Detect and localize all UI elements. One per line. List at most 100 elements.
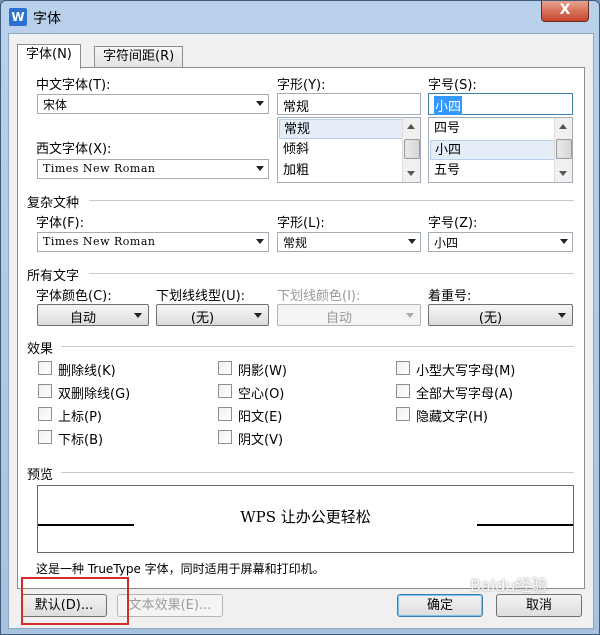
checkbox-label: 隐藏文字(H): [416, 410, 488, 425]
scroll-down-icon[interactable]: [559, 171, 567, 176]
checkbox-label: 阴文(V): [238, 433, 284, 448]
watermark-text: Baidu经验: [470, 576, 548, 595]
checkbox-box[interactable]: [218, 384, 232, 398]
western-font-value: Times New Roman: [43, 162, 156, 175]
tab-font[interactable]: 字体(N): [17, 44, 81, 69]
checkbox-label: 空心(O): [238, 387, 285, 402]
checkbox-label: 下标(B): [58, 433, 104, 448]
title-bar[interactable]: W 字体 X: [1, 1, 599, 33]
checkbox-label: 双删除线(G): [58, 387, 131, 402]
size-input[interactable]: 小四: [428, 93, 573, 115]
underline-style-dropdown[interactable]: (无): [156, 304, 269, 326]
checkbox-label: 上标(P): [58, 410, 102, 425]
size-option[interactable]: 小四: [430, 140, 555, 160]
tab-character-spacing[interactable]: 字符间距(R): [94, 46, 184, 67]
highlight-annotation: [21, 577, 129, 625]
checkbox-label: 删除线(K): [58, 364, 116, 379]
scroll-thumb[interactable]: [404, 139, 420, 159]
section-divider: [89, 273, 574, 274]
checkbox-label: 全部大写字母(A): [416, 387, 514, 402]
complex-style-value: 常规: [283, 236, 308, 250]
chevron-down-icon: [256, 101, 264, 106]
underline-color-dropdown[interactable]: 自动: [277, 304, 421, 326]
font-color-label: 字体颜色(C):: [36, 289, 112, 304]
complex-font-select[interactable]: Times New Roman: [37, 232, 269, 252]
chevron-down-icon: [256, 166, 264, 171]
chevron-down-icon: [408, 239, 416, 244]
checkbox-box[interactable]: [218, 430, 232, 444]
section-complex-script: 复杂文种: [27, 196, 80, 211]
close-button[interactable]: X: [541, 1, 589, 22]
scroll-thumb[interactable]: [556, 139, 572, 159]
size-input-value: 小四: [434, 96, 463, 115]
section-all-text: 所有文字: [27, 269, 80, 284]
underline-color-value: 自动: [325, 311, 352, 326]
checkbox-box[interactable]: [396, 407, 410, 421]
style-input-value: 常规: [283, 100, 310, 115]
complex-font-label: 字体(F):: [36, 216, 85, 231]
section-divider: [89, 200, 574, 201]
wps-app-icon: W: [9, 8, 27, 26]
size-list-scrollbar[interactable]: [554, 118, 572, 182]
underline-style-label: 下划线线型(U):: [156, 289, 246, 304]
complex-size-value: 小四: [434, 236, 459, 250]
chinese-font-select[interactable]: 宋体: [37, 94, 269, 114]
size-label: 字号(S):: [428, 78, 477, 93]
style-label: 字形(Y):: [277, 78, 326, 93]
size-list[interactable]: 四号 小四 五号: [428, 117, 573, 183]
checkbox-box[interactable]: [38, 384, 52, 398]
font-type-note: 这是一种 TrueType 字体，同时适用于屏幕和打印机。: [36, 562, 325, 576]
section-divider: [61, 472, 574, 473]
chevron-down-icon: [254, 313, 262, 318]
emphasis-mark-value: (无): [478, 311, 503, 326]
style-input[interactable]: 常规: [277, 93, 421, 115]
chevron-down-icon: [134, 313, 142, 318]
font-color-dropdown[interactable]: 自动: [37, 304, 149, 326]
chinese-font-label: 中文字体(T):: [36, 78, 111, 93]
cancel-button[interactable]: 取消: [496, 594, 582, 617]
size-option[interactable]: 四号: [430, 119, 555, 139]
emphasis-mark-label: 着重号:: [428, 289, 472, 304]
checkbox-label: 小型大写字母(M): [416, 364, 516, 379]
checkbox-box[interactable]: [38, 361, 52, 375]
complex-style-select[interactable]: 常规: [277, 232, 421, 252]
preview-box: WPS 让办公更轻松: [37, 485, 574, 553]
checkbox-box[interactable]: [218, 361, 232, 375]
style-option[interactable]: 常规: [279, 119, 403, 139]
checkbox-box[interactable]: [218, 407, 232, 421]
checkbox-label: 阴影(W): [238, 364, 287, 379]
font-color-value: 自动: [69, 311, 96, 326]
western-font-select[interactable]: Times New Roman: [37, 159, 269, 179]
checkbox-label: 阳文(E): [238, 410, 283, 425]
checkbox-box[interactable]: [396, 384, 410, 398]
font-tab-panel: 中文字体(T): 字形(Y): 字号(S): 宋体 常规 小四 常规 倾斜 加粗: [17, 67, 585, 589]
text-effects-button[interactable]: 文本效果(E)...: [117, 594, 223, 617]
checkbox-box[interactable]: [38, 407, 52, 421]
size-option[interactable]: 五号: [430, 161, 555, 181]
dialog-title: 字体: [33, 11, 61, 27]
underline-style-value: (无): [190, 311, 215, 326]
style-list[interactable]: 常规 倾斜 加粗: [277, 117, 421, 183]
checkbox-box[interactable]: [396, 361, 410, 375]
scroll-up-icon[interactable]: [407, 124, 415, 129]
complex-size-select[interactable]: 小四: [428, 232, 573, 252]
preview-sample-text: WPS 让办公更轻松: [240, 508, 371, 526]
style-option[interactable]: 倾斜: [279, 140, 403, 160]
chevron-down-icon: [406, 313, 414, 318]
chevron-down-icon: [256, 239, 264, 244]
dialog-body: 字体(N) 字符间距(R) 中文字体(T): 字形(Y): 字号(S): 宋体 …: [8, 33, 594, 629]
scroll-up-icon[interactable]: [559, 124, 567, 129]
style-option[interactable]: 加粗: [279, 161, 403, 181]
chevron-down-icon: [558, 313, 566, 318]
section-divider: [61, 346, 574, 347]
ok-button[interactable]: 确定: [397, 594, 483, 617]
font-dialog: W 字体 X 字体(N) 字符间距(R) 中文字体(T): 字形(Y): 字号(…: [0, 0, 600, 635]
emphasis-mark-dropdown[interactable]: (无): [428, 304, 573, 326]
style-list-scrollbar[interactable]: [402, 118, 420, 182]
checkbox-box[interactable]: [38, 430, 52, 444]
complex-style-label: 字形(L):: [277, 216, 325, 231]
section-effects: 效果: [27, 342, 54, 357]
western-font-label: 西文字体(X):: [36, 142, 112, 157]
scroll-down-icon[interactable]: [407, 171, 415, 176]
complex-font-value: Times New Roman: [43, 235, 156, 248]
